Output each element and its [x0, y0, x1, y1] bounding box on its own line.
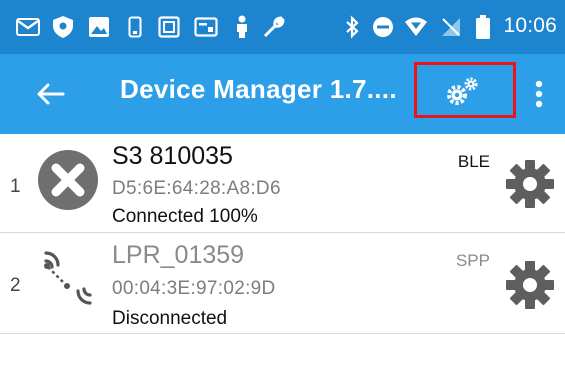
gears-icon: [447, 77, 478, 105]
gear-icon: [506, 261, 554, 309]
list-item[interactable]: 1 S3 810035 D5:6E:64:28:A8:D6 Connected …: [0, 134, 565, 233]
device-mac-address: 00:04:3E:97:02:9D: [112, 278, 276, 299]
status-time: 10:06: [503, 14, 557, 37]
list-item[interactable]: 2 LPR_01359 00:04:3E:97:02:9D Disconnect…: [0, 233, 565, 334]
sim-icon: [128, 15, 142, 39]
gear-icon: [506, 160, 554, 208]
cast-icon: [194, 15, 218, 39]
back-button[interactable]: [28, 74, 72, 114]
more-vert-icon: [535, 80, 543, 108]
close-circle-icon: [36, 148, 100, 217]
arrow-left-icon: [37, 83, 65, 105]
row-index: 2: [10, 275, 21, 296]
battery-icon: [476, 15, 490, 39]
device-mac-address: D5:6E:64:28:A8:D6: [112, 178, 281, 199]
settings-button[interactable]: [430, 70, 496, 114]
device-name: LPR_01359: [112, 241, 245, 269]
page-title: Device Manager 1.7....: [120, 74, 397, 104]
app-bar: Device Manager 1.7....: [0, 54, 565, 134]
row-index: 1: [10, 176, 21, 197]
wireless-signal-icon: [36, 245, 102, 316]
do-not-disturb-icon: [372, 15, 394, 39]
bluetooth-icon: [344, 15, 360, 39]
device-settings-button[interactable]: [504, 158, 556, 210]
wifi-icon: [404, 15, 428, 39]
image-icon: [88, 15, 110, 39]
device-status: Disconnected: [112, 308, 228, 329]
status-bar: 10:06: [0, 0, 565, 54]
wrench-icon: [262, 15, 286, 39]
keyboard-icon: [158, 15, 180, 39]
device-protocol: BLE: [457, 152, 490, 171]
device-list: 1 S3 810035 D5:6E:64:28:A8:D6 Connected …: [0, 134, 565, 334]
no-signal-icon: [440, 15, 462, 39]
device-settings-button[interactable]: [504, 259, 556, 311]
device-status: Connected 100%: [112, 206, 258, 227]
gmail-icon: [16, 15, 40, 39]
device-name: S3 810035: [112, 142, 233, 170]
person-icon: [234, 15, 250, 39]
device-protocol: SPP: [455, 251, 490, 270]
shield-icon: [52, 15, 74, 39]
overflow-menu-button[interactable]: [522, 72, 556, 116]
